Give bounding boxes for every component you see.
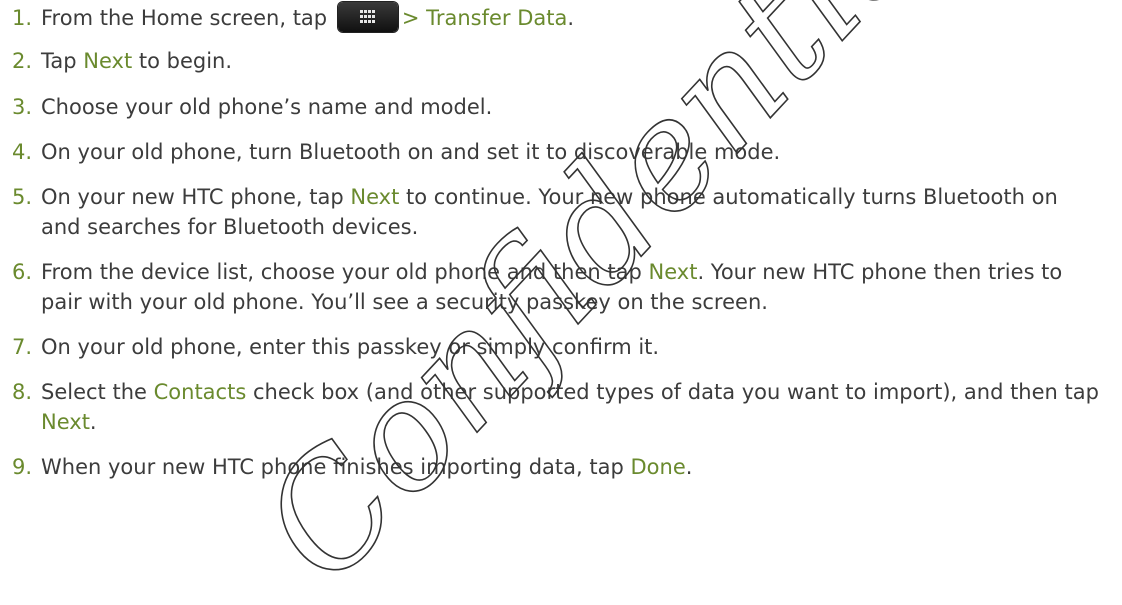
step-2: 2. Tap Next to begin. (12, 46, 1102, 76)
step-9: 9. When your new HTC phone finishes impo… (12, 452, 1102, 482)
step-number: 4. (12, 140, 33, 164)
step-text: . (685, 455, 693, 479)
step-6: 6. From the device list, choose your old… (12, 257, 1102, 317)
step-number: 6. (12, 260, 33, 284)
step-text: On your new HTC phone, tap (41, 185, 344, 209)
step-text: Tap (41, 49, 77, 73)
ui-term: Next (648, 260, 698, 284)
step-text: to begin. (138, 49, 233, 73)
menu-path: > Transfer Data (401, 6, 568, 30)
step-3: 3. Choose your old phone’s name and mode… (12, 92, 1102, 122)
step-text: On your old phone, turn Bluetooth on and… (41, 140, 781, 164)
step-text-end: . (567, 6, 575, 30)
step-text: Choose your old phone’s name and model. (41, 95, 493, 119)
step-5: 5. On your new HTC phone, tap Next to co… (12, 182, 1102, 242)
step-number: 9. (12, 455, 33, 479)
step-number: 5. (12, 185, 33, 209)
step-text: On your old phone, enter this passkey or… (41, 335, 660, 359)
ui-term: Next (350, 185, 400, 209)
step-number: 8. (12, 380, 33, 404)
step-number: 7. (12, 335, 33, 359)
step-text: check box (and other supported types of … (252, 380, 1099, 404)
instruction-steps: 1. From the Home screen, tap > Transfer … (12, 2, 1102, 482)
step-8: 8. Select the Contacts check box (and ot… (12, 377, 1102, 437)
step-text: From the device list, choose your old ph… (41, 260, 642, 284)
ui-term: Next (41, 410, 90, 434)
step-number: 3. (12, 95, 33, 119)
step-1: 1. From the Home screen, tap > Transfer … (12, 2, 1102, 33)
ui-term: Next (83, 49, 133, 73)
step-7: 7. On your old phone, enter this passkey… (12, 332, 1102, 362)
step-text: . (89, 410, 97, 434)
ui-term: Done (630, 455, 686, 479)
step-number: 2. (12, 49, 33, 73)
ui-term: Contacts (153, 380, 247, 404)
step-number: 1. (12, 6, 33, 30)
step-text: Select the (41, 380, 147, 404)
step-4: 4. On your old phone, turn Bluetooth on … (12, 137, 1102, 167)
apps-grid-icon (337, 2, 398, 32)
step-text: When your new HTC phone finishes importi… (41, 455, 624, 479)
step-text: From the Home screen, tap (41, 6, 328, 30)
